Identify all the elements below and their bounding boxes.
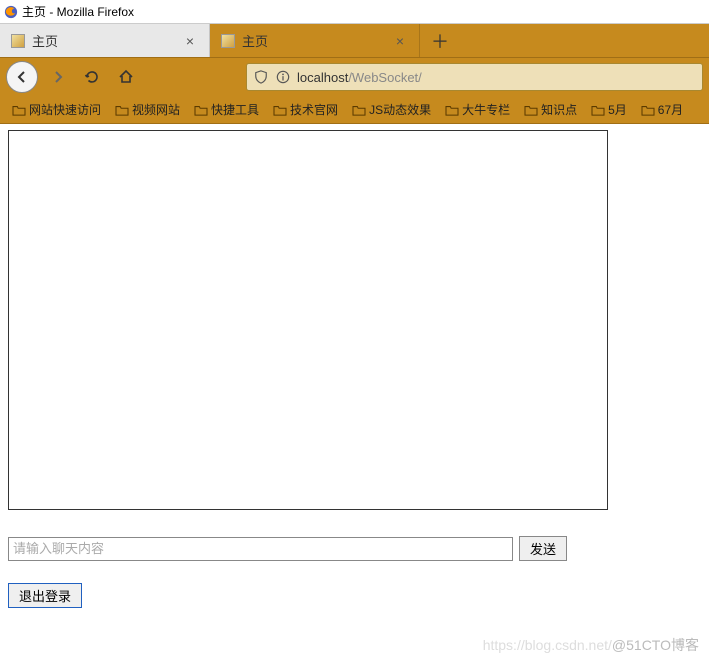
logout-button[interactable]: 退出登录	[8, 583, 82, 608]
close-icon[interactable]: ×	[181, 32, 199, 50]
tab-label: 主页	[32, 31, 175, 50]
bookmarks-toolbar: 网站快速访问 视频网站 快捷工具 技术官网 JS动态效果 大牛专栏 知识点 5月…	[0, 96, 709, 124]
bookmark-item[interactable]: 快捷工具	[188, 99, 265, 120]
home-button[interactable]	[112, 63, 140, 91]
back-button[interactable]	[6, 61, 38, 93]
tab-label: 主页	[242, 31, 385, 50]
bookmark-label: 知识点	[541, 101, 577, 118]
bookmark-label: 网站快速访问	[29, 101, 101, 118]
firefox-icon	[4, 5, 18, 19]
url-text: localhost/WebSocket/	[297, 70, 422, 85]
logout-row: 退出登录	[8, 583, 701, 608]
new-tab-button[interactable]: ＋	[420, 24, 460, 57]
folder-icon	[524, 104, 538, 116]
bookmark-item[interactable]: JS动态效果	[346, 99, 437, 120]
url-host: localhost	[297, 70, 348, 85]
bookmark-item[interactable]: 网站快速访问	[6, 99, 107, 120]
page-favicon	[10, 33, 26, 49]
bookmark-label: 视频网站	[132, 101, 180, 118]
bookmark-label: 5月	[608, 101, 627, 118]
folder-icon	[445, 104, 459, 116]
bookmark-item[interactable]: 视频网站	[109, 99, 186, 120]
tab-1[interactable]: 主页 ×	[210, 24, 420, 57]
bookmark-label: 67月	[658, 101, 683, 118]
info-icon[interactable]	[275, 69, 291, 85]
close-icon[interactable]: ×	[391, 32, 409, 50]
bookmark-label: 大牛专栏	[462, 101, 510, 118]
shield-icon[interactable]	[253, 69, 269, 85]
url-path: /WebSocket/	[348, 70, 421, 85]
bookmark-label: 技术官网	[290, 101, 338, 118]
watermark-url: https://blog.csdn.net/	[483, 637, 612, 653]
bookmark-label: JS动态效果	[369, 101, 431, 118]
address-bar[interactable]: localhost/WebSocket/	[246, 63, 703, 91]
watermark-tag: @51CTO博客	[612, 637, 699, 653]
bookmark-item[interactable]: 大牛专栏	[439, 99, 516, 120]
bookmark-label: 快捷工具	[211, 101, 259, 118]
forward-button[interactable]	[44, 63, 72, 91]
folder-icon	[115, 104, 129, 116]
bookmark-item[interactable]: 67月	[635, 99, 689, 120]
folder-icon	[591, 104, 605, 116]
send-button[interactable]: 发送	[519, 536, 567, 561]
bookmark-item[interactable]: 知识点	[518, 99, 583, 120]
folder-icon	[273, 104, 287, 116]
page-favicon	[220, 33, 236, 49]
bookmark-item[interactable]: 技术官网	[267, 99, 344, 120]
chat-input[interactable]	[8, 537, 513, 561]
chat-input-row: 发送	[8, 536, 701, 561]
tab-bar: 主页 × 主页 × ＋	[0, 24, 709, 58]
folder-icon	[194, 104, 208, 116]
page-content: 发送 退出登录	[0, 124, 709, 614]
chat-display-area	[8, 130, 608, 510]
folder-icon	[352, 104, 366, 116]
folder-icon	[641, 104, 655, 116]
tab-0[interactable]: 主页 ×	[0, 24, 210, 57]
bookmark-item[interactable]: 5月	[585, 99, 633, 120]
nav-toolbar: localhost/WebSocket/	[0, 58, 709, 96]
window-titlebar: 主页 - Mozilla Firefox	[0, 0, 709, 24]
reload-button[interactable]	[78, 63, 106, 91]
folder-icon	[12, 104, 26, 116]
watermark: https://blog.csdn.net/@51CTO博客	[483, 635, 699, 655]
window-title: 主页 - Mozilla Firefox	[22, 3, 134, 20]
